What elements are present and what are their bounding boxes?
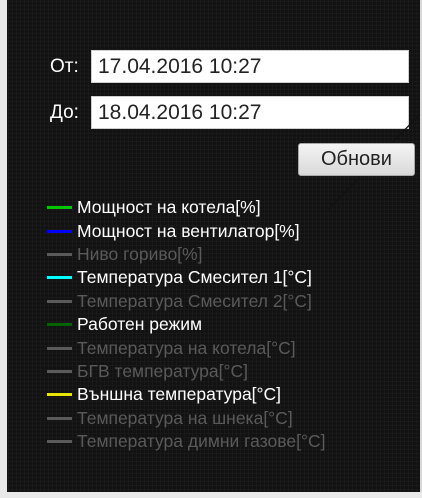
legend-swatch <box>47 252 72 256</box>
legend-label: БГВ температура[°C] <box>77 360 248 381</box>
legend-item[interactable]: Работен режим <box>47 313 325 336</box>
to-date-row: До: <box>50 96 409 129</box>
legend-label: Температура на котела[°C] <box>77 337 296 358</box>
legend-swatch <box>47 323 72 327</box>
from-date-input[interactable] <box>91 50 409 83</box>
legend-swatch <box>47 229 72 233</box>
legend-label: Температура Смесител 2[°C] <box>77 290 312 311</box>
legend-item[interactable]: Температура на котела[°C] <box>47 336 325 359</box>
legend-swatch <box>47 369 72 373</box>
legend-item[interactable]: Ниво гориво[%] <box>47 243 325 266</box>
legend-item[interactable]: БГВ температура[°C] <box>47 360 325 383</box>
to-date-label: До: <box>50 101 79 123</box>
legend-label: Мощност на вентилатор[%] <box>77 220 300 241</box>
legend-item[interactable]: Мощност на котела[%] <box>47 196 325 219</box>
legend-label: Мощност на котела[%] <box>77 197 261 218</box>
legend-item[interactable]: Температура Смесител 1[°C] <box>47 266 325 289</box>
legend-swatch <box>47 346 72 350</box>
legend-item[interactable]: Температура димни газове[°C] <box>47 430 325 453</box>
legend-swatch <box>47 206 72 210</box>
from-date-label: От: <box>50 55 79 77</box>
legend-item[interactable]: Температура на шнека[°C] <box>47 407 325 430</box>
legend-label: Ниво гориво[%] <box>77 243 203 264</box>
from-date-row: От: <box>50 50 409 83</box>
legend-label: Работен режим <box>77 314 203 335</box>
legend-swatch <box>47 416 72 420</box>
refresh-button[interactable]: Обнови <box>298 143 415 176</box>
page-frame-bottom <box>0 492 422 498</box>
legend-item[interactable]: Температура Смесител 2[°C] <box>47 290 325 313</box>
legend-swatch <box>47 299 72 303</box>
legend-label: Температура Смесител 1[°C] <box>77 267 312 288</box>
page-frame-left <box>0 0 7 498</box>
legend-swatch <box>47 393 72 397</box>
legend-swatch <box>47 440 72 444</box>
legend-label: Външна температура[°C] <box>77 384 282 405</box>
legend-item[interactable]: Мощност на вентилатор[%] <box>47 219 325 242</box>
legend-swatch <box>47 276 72 280</box>
to-date-input[interactable] <box>91 96 409 129</box>
legend-item[interactable]: Външна температура[°C] <box>47 383 325 406</box>
legend-label: Температура димни газове[°C] <box>77 431 326 452</box>
chart-legend: Мощност на котела[%] Мощност на вентилато… <box>47 196 325 453</box>
legend-label: Температура на шнека[°C] <box>77 407 293 428</box>
